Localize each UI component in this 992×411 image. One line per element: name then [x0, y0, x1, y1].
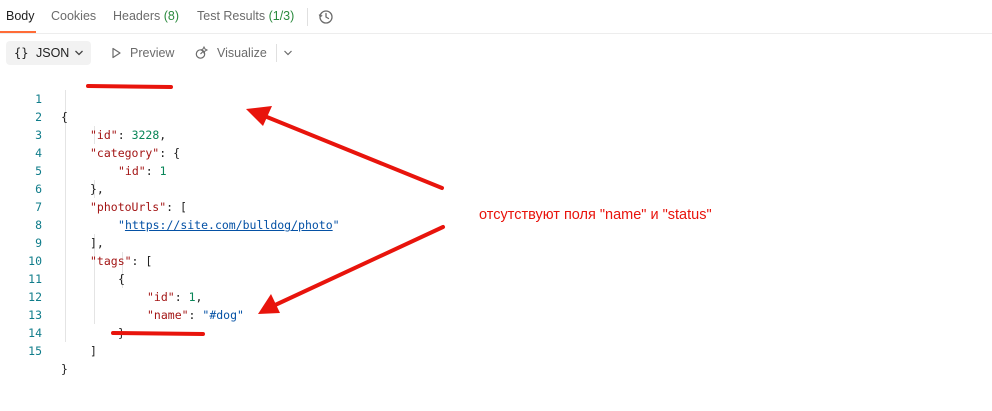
tabs-divider — [0, 33, 992, 34]
code-text: } — [61, 362, 68, 376]
code-line: 6 "photoUrls": [ — [0, 162, 600, 214]
visualize-button[interactable]: Visualize — [217, 46, 267, 60]
chevron-down-icon — [75, 50, 83, 56]
visualize-icon — [195, 45, 209, 59]
code-line: 1 { — [0, 72, 600, 124]
annotation-text: отсутствуют поля "name" и "status" — [479, 207, 712, 223]
code-line: 2 "id": 3228, — [0, 90, 600, 142]
code-line: 7 "https://site.com/bulldog/photo" — [0, 180, 600, 232]
preview-button[interactable]: Preview — [130, 46, 174, 60]
history-icon[interactable] — [318, 9, 334, 25]
visualize-options-chevron-icon[interactable] — [283, 49, 293, 57]
play-icon — [112, 47, 121, 59]
body-toolbar: {} JSON Preview Visualize — [0, 38, 992, 68]
tab-headers[interactable]: Headers (8) — [113, 9, 179, 23]
code-line: 4 "id": 1 — [0, 126, 600, 178]
tab-cookies[interactable]: Cookies — [51, 9, 96, 23]
tab-headers-label: Headers — [113, 9, 161, 23]
line-number: 15 — [28, 344, 42, 358]
code-line: 11 "id": 1, — [0, 252, 600, 304]
toolbar-separator — [276, 44, 277, 62]
code-line: 5 }, — [0, 144, 600, 196]
tab-headers-count: (8) — [163, 9, 180, 23]
format-select-value: JSON — [36, 46, 70, 60]
code-line: 10 { — [0, 234, 600, 286]
response-tabs: Body Cookies Headers (8) Test Results (1… — [0, 0, 992, 34]
tabs-separator — [307, 8, 308, 26]
tab-body[interactable]: Body — [6, 9, 35, 23]
code-line: 12 "name": "#dog" — [0, 270, 600, 322]
braces-icon: {} — [14, 46, 29, 60]
format-select[interactable]: {} JSON — [6, 41, 91, 65]
code-line: 15 } — [0, 324, 600, 376]
tab-test-results[interactable]: Test Results (1/3) — [197, 9, 294, 23]
code-line: 14 ] — [0, 306, 600, 358]
code-line: 3 "category": { — [0, 108, 600, 160]
tab-test-results-count: (1/3) — [268, 9, 295, 23]
tab-test-results-label: Test Results — [197, 9, 266, 23]
code-text: ] — [90, 344, 97, 358]
code-line: 13 } — [0, 288, 600, 340]
